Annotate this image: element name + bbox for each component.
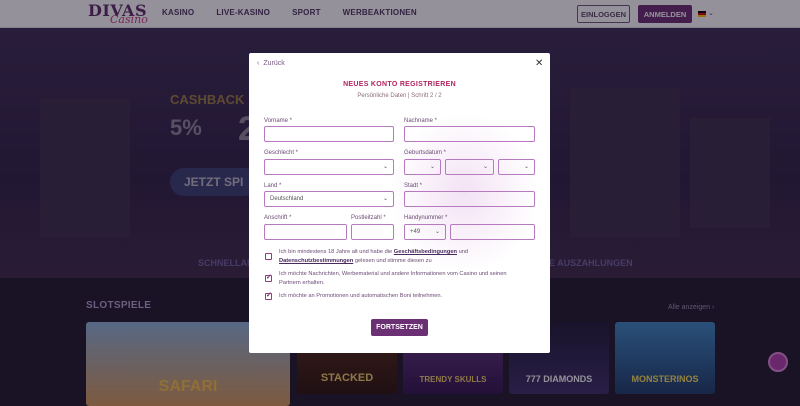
modal-subtitle: Persönliche Daten | Schritt 2 / 2 — [357, 93, 442, 99]
chevron-down-icon: ⌄ — [382, 196, 388, 202]
first-name-input[interactable] — [264, 126, 394, 142]
consent-text: Ich bin mindestens 18 Jahre alt und habe… — [279, 249, 393, 255]
country-select[interactable]: Deutschland ⌄ — [264, 191, 394, 207]
chevron-down-icon: ⌄ — [382, 164, 388, 170]
birth-month-select[interactable]: ⌄ — [445, 159, 494, 175]
phone-label: Handynummer * — [404, 215, 448, 221]
chevron-left-icon: ‹ — [257, 60, 260, 67]
marketing-checkbox[interactable] — [265, 273, 272, 282]
marketing-text: Ich möchte Nachrichten, Werbematerial un… — [279, 271, 507, 286]
terms-link[interactable]: Geschäftsbedingungen — [394, 249, 457, 255]
registration-modal: ‹ Zurück ✕ NEUES KONTO REGISTRIEREN Pers… — [249, 53, 550, 353]
city-label: Stadt * — [404, 183, 423, 189]
last-name-input[interactable] — [404, 126, 535, 142]
gender-label: Geschlecht * — [264, 150, 299, 156]
phone-prefix-select[interactable]: +49 ⌄ — [404, 224, 446, 240]
close-icon[interactable]: ✕ — [535, 58, 543, 69]
country-select-value: Deutschland — [270, 196, 304, 202]
phone-prefix-value: +49 — [410, 229, 421, 235]
last-name-label: Nachname * — [404, 118, 438, 124]
phone-number-input[interactable] — [450, 224, 535, 240]
age-terms-text: Ich bin mindestens 18 Jahre alt und habe… — [279, 248, 519, 266]
address-input[interactable] — [264, 224, 347, 240]
back-link[interactable]: ‹ Zurück — [257, 60, 285, 67]
postcode-input[interactable] — [351, 224, 394, 240]
continue-button[interactable]: FORTSETZEN — [371, 319, 428, 336]
chevron-down-icon: ⌄ — [429, 164, 435, 170]
modal-title: NEUES KONTO REGISTRIEREN — [343, 81, 456, 88]
birthdate-label: Geburtsdatum * — [404, 150, 447, 156]
age-terms-checkbox[interactable] — [265, 253, 272, 260]
birth-year-select[interactable]: ⌄ — [498, 159, 535, 175]
country-label: Land * — [264, 183, 282, 189]
promotions-text: Ich möchte an Promotionen und automatisc… — [279, 293, 443, 299]
promotions-checkbox[interactable] — [265, 291, 272, 300]
consent-text: und — [458, 249, 469, 255]
city-input[interactable] — [404, 191, 535, 207]
postcode-label: Postleitzahl * — [351, 215, 386, 221]
consent-text: gelesen und stimme diesen zu — [354, 258, 432, 264]
privacy-link[interactable]: Datenschutzbestimmungen — [279, 258, 353, 264]
chevron-down-icon: ⌄ — [434, 229, 440, 235]
gender-select[interactable]: ⌄ — [264, 159, 394, 175]
birth-day-select[interactable]: ⌄ — [404, 159, 441, 175]
chevron-down-icon: ⌄ — [482, 164, 488, 170]
address-label: Anschrift * — [264, 215, 292, 221]
back-link-label: Zurück — [263, 60, 285, 67]
first-name-label: Vorname * — [264, 118, 293, 124]
chevron-down-icon: ⌄ — [523, 164, 529, 170]
